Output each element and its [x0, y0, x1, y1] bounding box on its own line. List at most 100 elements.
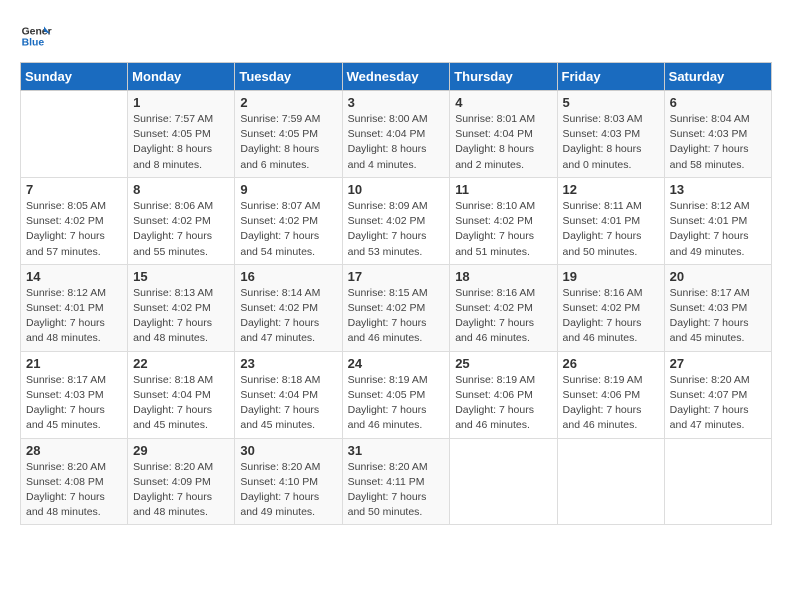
day-number: 13	[670, 182, 766, 197]
day-number: 20	[670, 269, 766, 284]
weekday-friday: Friday	[557, 63, 664, 91]
day-number: 15	[133, 269, 229, 284]
day-info: Sunrise: 8:19 AMSunset: 4:06 PMDaylight:…	[455, 373, 551, 434]
day-number: 5	[563, 95, 659, 110]
calendar-cell: 4Sunrise: 8:01 AMSunset: 4:04 PMDaylight…	[450, 91, 557, 178]
day-info: Sunrise: 8:11 AMSunset: 4:01 PMDaylight:…	[563, 199, 659, 260]
calendar-week-3: 14 Sunrise: 8:12 AMSunset: 4:01 PMDayligh…	[21, 264, 772, 351]
day-info: Sunrise: 8:15 AMSunset: 4:02 PMDaylight:…	[348, 286, 445, 347]
calendar-cell: 22 Sunrise: 8:18 AMSunset: 4:04 PMDayligh…	[128, 351, 235, 438]
day-info: Sunrise: 8:00 AMSunset: 4:04 PMDaylight:…	[348, 112, 445, 173]
calendar-cell: 27 Sunrise: 8:20 AMSunset: 4:07 PMDayligh…	[664, 351, 771, 438]
calendar-cell: 24 Sunrise: 8:19 AMSunset: 4:05 PMDayligh…	[342, 351, 450, 438]
day-number: 4	[455, 95, 551, 110]
day-info: Sunrise: 8:20 AMSunset: 4:10 PMDaylight:…	[240, 460, 336, 521]
day-number: 18	[455, 269, 551, 284]
weekday-monday: Monday	[128, 63, 235, 91]
day-number: 27	[670, 356, 766, 371]
day-info: Sunrise: 8:17 AMSunset: 4:03 PMDaylight:…	[670, 286, 766, 347]
day-number: 24	[348, 356, 445, 371]
day-info: Sunrise: 8:06 AMSunset: 4:02 PMDaylight:…	[133, 199, 229, 260]
calendar-cell: 1 Sunrise: 7:57 AMSunset: 4:05 PMDaylight…	[128, 91, 235, 178]
logo: General Blue	[20, 20, 52, 52]
day-number: 25	[455, 356, 551, 371]
day-info: Sunrise: 8:13 AMSunset: 4:02 PMDaylight:…	[133, 286, 229, 347]
day-info: Sunrise: 8:18 AMSunset: 4:04 PMDaylight:…	[240, 373, 336, 434]
weekday-header-row: SundayMondayTuesdayWednesdayThursdayFrid…	[21, 63, 772, 91]
day-info: Sunrise: 8:18 AMSunset: 4:04 PMDaylight:…	[133, 373, 229, 434]
calendar-week-4: 21 Sunrise: 8:17 AMSunset: 4:03 PMDayligh…	[21, 351, 772, 438]
day-info: Sunrise: 8:20 AMSunset: 4:11 PMDaylight:…	[348, 460, 445, 521]
calendar-cell: 17 Sunrise: 8:15 AMSunset: 4:02 PMDayligh…	[342, 264, 450, 351]
day-info: Sunrise: 8:14 AMSunset: 4:02 PMDaylight:…	[240, 286, 336, 347]
day-info: Sunrise: 8:12 AMSunset: 4:01 PMDaylight:…	[26, 286, 122, 347]
day-number: 29	[133, 443, 229, 458]
calendar-cell: 6Sunrise: 8:04 AMSunset: 4:03 PMDaylight…	[664, 91, 771, 178]
calendar-cell: 23 Sunrise: 8:18 AMSunset: 4:04 PMDayligh…	[235, 351, 342, 438]
calendar-cell	[450, 438, 557, 525]
calendar-cell: 31 Sunrise: 8:20 AMSunset: 4:11 PMDayligh…	[342, 438, 450, 525]
day-info: Sunrise: 8:19 AMSunset: 4:05 PMDaylight:…	[348, 373, 445, 434]
calendar-cell: 12Sunrise: 8:11 AMSunset: 4:01 PMDayligh…	[557, 177, 664, 264]
calendar-cell: 21 Sunrise: 8:17 AMSunset: 4:03 PMDayligh…	[21, 351, 128, 438]
weekday-tuesday: Tuesday	[235, 63, 342, 91]
day-number: 16	[240, 269, 336, 284]
weekday-thursday: Thursday	[450, 63, 557, 91]
weekday-wednesday: Wednesday	[342, 63, 450, 91]
day-info: Sunrise: 8:09 AMSunset: 4:02 PMDaylight:…	[348, 199, 445, 260]
calendar-cell	[557, 438, 664, 525]
calendar-cell: 26 Sunrise: 8:19 AMSunset: 4:06 PMDayligh…	[557, 351, 664, 438]
day-number: 11	[455, 182, 551, 197]
calendar-body: 1 Sunrise: 7:57 AMSunset: 4:05 PMDaylight…	[21, 91, 772, 525]
day-number: 19	[563, 269, 659, 284]
weekday-sunday: Sunday	[21, 63, 128, 91]
day-info: Sunrise: 8:20 AMSunset: 4:08 PMDaylight:…	[26, 460, 122, 521]
day-number: 23	[240, 356, 336, 371]
day-info: Sunrise: 7:59 AMSunset: 4:05 PMDaylight:…	[240, 112, 336, 173]
day-number: 21	[26, 356, 122, 371]
day-info: Sunrise: 8:19 AMSunset: 4:06 PMDaylight:…	[563, 373, 659, 434]
calendar-cell: 8 Sunrise: 8:06 AMSunset: 4:02 PMDaylight…	[128, 177, 235, 264]
calendar-cell: 15 Sunrise: 8:13 AMSunset: 4:02 PMDayligh…	[128, 264, 235, 351]
calendar-cell: 10 Sunrise: 8:09 AMSunset: 4:02 PMDayligh…	[342, 177, 450, 264]
day-info: Sunrise: 8:20 AMSunset: 4:07 PMDaylight:…	[670, 373, 766, 434]
day-number: 22	[133, 356, 229, 371]
logo-icon: General Blue	[20, 20, 52, 52]
day-number: 31	[348, 443, 445, 458]
day-info: Sunrise: 8:03 AMSunset: 4:03 PMDaylight:…	[563, 112, 659, 173]
calendar-table: SundayMondayTuesdayWednesdayThursdayFrid…	[20, 62, 772, 525]
day-number: 30	[240, 443, 336, 458]
calendar-cell: 16 Sunrise: 8:14 AMSunset: 4:02 PMDayligh…	[235, 264, 342, 351]
day-number: 28	[26, 443, 122, 458]
day-info: Sunrise: 8:12 AMSunset: 4:01 PMDaylight:…	[670, 199, 766, 260]
day-info: Sunrise: 8:04 AMSunset: 4:03 PMDaylight:…	[670, 112, 766, 173]
day-number: 26	[563, 356, 659, 371]
calendar-cell: 30 Sunrise: 8:20 AMSunset: 4:10 PMDayligh…	[235, 438, 342, 525]
calendar-week-5: 28 Sunrise: 8:20 AMSunset: 4:08 PMDayligh…	[21, 438, 772, 525]
day-info: Sunrise: 8:17 AMSunset: 4:03 PMDaylight:…	[26, 373, 122, 434]
day-number: 8	[133, 182, 229, 197]
day-number: 1	[133, 95, 229, 110]
calendar-cell: 3 Sunrise: 8:00 AMSunset: 4:04 PMDaylight…	[342, 91, 450, 178]
calendar-cell: 9Sunrise: 8:07 AMSunset: 4:02 PMDaylight…	[235, 177, 342, 264]
day-number: 2	[240, 95, 336, 110]
calendar-cell: 11 Sunrise: 8:10 AMSunset: 4:02 PMDayligh…	[450, 177, 557, 264]
day-info: Sunrise: 7:57 AMSunset: 4:05 PMDaylight:…	[133, 112, 229, 173]
calendar-cell: 5 Sunrise: 8:03 AMSunset: 4:03 PMDaylight…	[557, 91, 664, 178]
calendar-cell: 25 Sunrise: 8:19 AMSunset: 4:06 PMDayligh…	[450, 351, 557, 438]
weekday-saturday: Saturday	[664, 63, 771, 91]
calendar-cell: 20 Sunrise: 8:17 AMSunset: 4:03 PMDayligh…	[664, 264, 771, 351]
day-number: 3	[348, 95, 445, 110]
calendar-cell: 14 Sunrise: 8:12 AMSunset: 4:01 PMDayligh…	[21, 264, 128, 351]
day-number: 10	[348, 182, 445, 197]
svg-text:Blue: Blue	[22, 38, 45, 49]
day-number: 9	[240, 182, 336, 197]
day-info: Sunrise: 8:16 AMSunset: 4:02 PMDaylight:…	[563, 286, 659, 347]
day-info: Sunrise: 8:10 AMSunset: 4:02 PMDaylight:…	[455, 199, 551, 260]
calendar-cell: 19 Sunrise: 8:16 AMSunset: 4:02 PMDayligh…	[557, 264, 664, 351]
day-number: 14	[26, 269, 122, 284]
page-header: General Blue	[20, 20, 772, 52]
calendar-cell: 29Sunrise: 8:20 AMSunset: 4:09 PMDayligh…	[128, 438, 235, 525]
day-number: 17	[348, 269, 445, 284]
day-info: Sunrise: 8:05 AMSunset: 4:02 PMDaylight:…	[26, 199, 122, 260]
